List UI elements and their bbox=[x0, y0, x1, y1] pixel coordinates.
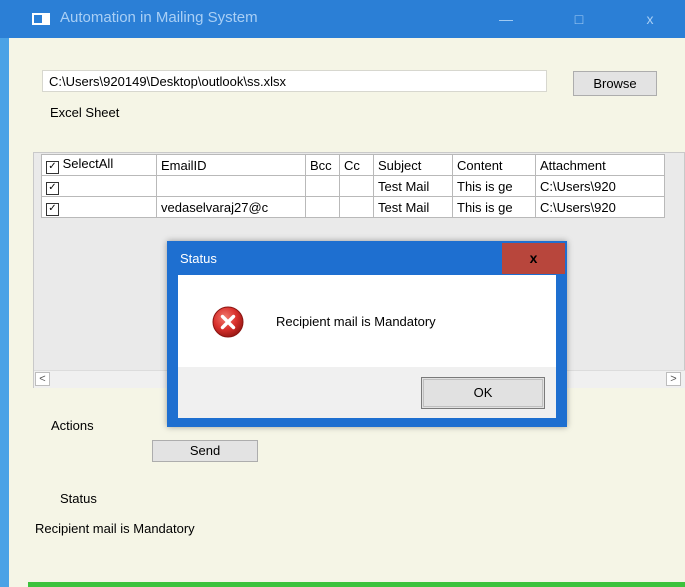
dialog-title: Status bbox=[180, 251, 217, 266]
ok-button[interactable]: OK bbox=[421, 377, 545, 409]
row-select-cell[interactable]: ✓ bbox=[41, 196, 157, 218]
status-message: Recipient mail is Mandatory bbox=[35, 521, 195, 536]
column-header-subject[interactable]: Subject bbox=[373, 154, 453, 176]
actions-label: Actions bbox=[51, 418, 94, 433]
attachment-cell[interactable]: C:\Users\920 bbox=[535, 196, 665, 218]
error-icon bbox=[212, 306, 244, 338]
window-bottom-accent bbox=[28, 582, 685, 587]
table-row[interactable]: ✓ vedaselvaraj27@c Test Mail This is ge … bbox=[41, 196, 665, 218]
close-button[interactable]: x bbox=[627, 0, 673, 38]
column-header-email[interactable]: EmailID bbox=[156, 154, 306, 176]
status-label: Status bbox=[60, 491, 97, 506]
subject-cell[interactable]: Test Mail bbox=[373, 196, 453, 218]
dialog-close-button[interactable]: x bbox=[502, 243, 565, 274]
maximize-button[interactable]: □ bbox=[556, 0, 602, 38]
browse-button[interactable]: Browse bbox=[573, 71, 657, 96]
scroll-right-arrow-icon[interactable]: > bbox=[666, 372, 681, 386]
row-checkbox[interactable]: ✓ bbox=[46, 182, 59, 195]
table-row[interactable]: ✓ Test Mail This is ge C:\Users\920 bbox=[41, 175, 665, 197]
window-left-edge bbox=[0, 0, 9, 587]
column-header-bcc[interactable]: Bcc bbox=[305, 154, 340, 176]
select-all-checkbox[interactable]: ✓ bbox=[46, 161, 59, 174]
dialog-message: Recipient mail is Mandatory bbox=[276, 314, 436, 329]
row-checkbox[interactable]: ✓ bbox=[46, 203, 59, 216]
attachment-cell[interactable]: C:\Users\920 bbox=[535, 175, 665, 197]
app-icon bbox=[32, 13, 50, 25]
column-header-content[interactable]: Content bbox=[452, 154, 536, 176]
email-cell[interactable] bbox=[156, 175, 306, 197]
bcc-cell[interactable] bbox=[305, 196, 340, 218]
row-select-cell[interactable]: ✓ bbox=[41, 175, 157, 197]
column-header-attachment[interactable]: Attachment bbox=[535, 154, 665, 176]
email-cell[interactable]: vedaselvaraj27@c bbox=[156, 196, 306, 218]
bcc-cell[interactable] bbox=[305, 175, 340, 197]
grid-header-row: ✓ SelectAll EmailID Bcc Cc Subject Conte… bbox=[41, 154, 665, 176]
cc-cell[interactable] bbox=[339, 175, 374, 197]
grid-table: ✓ SelectAll EmailID Bcc Cc Subject Conte… bbox=[41, 154, 665, 218]
select-all-label: SelectAll bbox=[62, 156, 114, 171]
window-title: Automation in Mailing System bbox=[60, 9, 258, 26]
file-path-input[interactable]: C:\Users\920149\Desktop\outlook\ss.xlsx bbox=[42, 70, 547, 92]
column-header-selectall[interactable]: ✓ SelectAll bbox=[41, 154, 157, 176]
minimize-button[interactable]: — bbox=[483, 0, 529, 38]
scroll-left-arrow-icon[interactable]: < bbox=[35, 372, 50, 386]
column-header-cc[interactable]: Cc bbox=[339, 154, 374, 176]
content-cell[interactable]: This is ge bbox=[452, 175, 536, 197]
subject-cell[interactable]: Test Mail bbox=[373, 175, 453, 197]
excel-sheet-label: Excel Sheet bbox=[50, 105, 120, 120]
send-button[interactable]: Send bbox=[152, 440, 258, 462]
content-cell[interactable]: This is ge bbox=[452, 196, 536, 218]
cc-cell[interactable] bbox=[339, 196, 374, 218]
